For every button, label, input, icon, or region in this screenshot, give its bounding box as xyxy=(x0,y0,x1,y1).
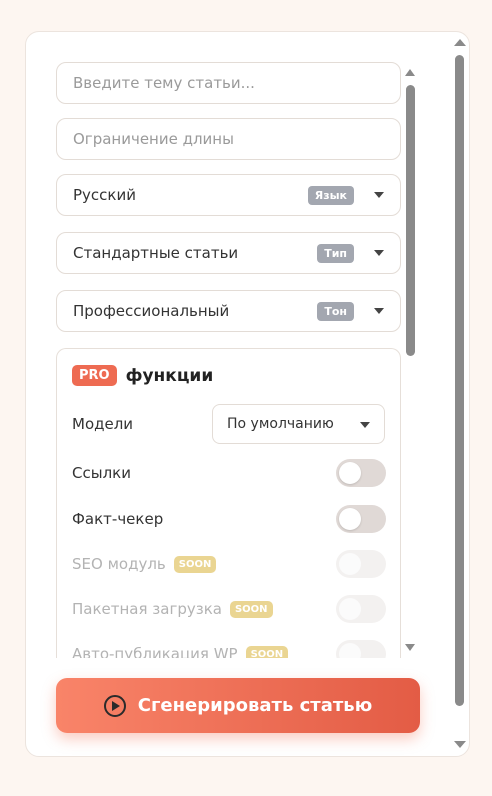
toggle-knob xyxy=(339,598,361,620)
language-select[interactable]: Русский Язык xyxy=(56,174,401,216)
chevron-down-icon xyxy=(374,308,384,314)
tone-value: Профессиональный xyxy=(73,302,230,320)
inner-scrollbar-thumb[interactable] xyxy=(406,85,415,356)
batch-toggle xyxy=(336,595,386,623)
outer-scrollbar-thumb[interactable] xyxy=(455,55,464,706)
toggle-knob xyxy=(339,508,361,530)
feature-row-autopublish: Авто-публикация WP SOON xyxy=(72,640,386,658)
generate-article-button[interactable]: Сгенерировать статью xyxy=(56,678,420,733)
factcheck-toggle[interactable] xyxy=(336,505,386,533)
models-value: По умолчанию xyxy=(227,416,334,432)
toggle-knob xyxy=(339,462,361,484)
language-badge: Язык xyxy=(307,185,354,205)
feature-label: Пакетная загрузка xyxy=(72,600,222,618)
type-badge: Тип xyxy=(317,243,354,263)
models-label: Модели xyxy=(72,415,134,433)
feature-row-factcheck: Факт-чекер xyxy=(72,505,386,533)
tone-select[interactable]: Профессиональный Тон xyxy=(56,290,401,332)
topic-input[interactable]: Введите тему статьи... xyxy=(56,62,401,104)
soon-badge: SOON xyxy=(245,645,289,658)
type-select[interactable]: Стандартные статьи Тип xyxy=(56,232,401,274)
pro-header: PRO функции xyxy=(72,365,213,386)
feature-label: Ссылки xyxy=(72,464,131,482)
chevron-down-icon xyxy=(374,192,384,198)
feature-label: Факт-чекер xyxy=(72,510,164,528)
feature-row-links: Ссылки xyxy=(72,459,386,487)
generate-label: Сгенерировать статью xyxy=(137,695,373,716)
pro-badge: PRO xyxy=(72,365,117,386)
topic-placeholder: Введите тему статьи... xyxy=(73,74,255,92)
feature-row-seo: SEO модуль SOON xyxy=(72,550,386,578)
outer-scroll-up-arrow[interactable] xyxy=(454,39,466,46)
type-value: Стандартные статьи xyxy=(73,244,239,262)
autopublish-toggle xyxy=(336,640,386,658)
inner-scroll-down-arrow[interactable] xyxy=(405,644,415,651)
soon-badge: SOON xyxy=(229,600,273,618)
tone-badge: Тон xyxy=(317,301,354,321)
language-value: Русский xyxy=(73,186,136,204)
feature-label: SEO модуль xyxy=(72,555,166,573)
chevron-down-icon xyxy=(360,422,370,428)
chevron-down-icon xyxy=(374,250,384,256)
length-input[interactable]: Ограничение длины xyxy=(56,118,401,160)
pro-features-panel: PRO функции Модели По умолчанию Ссылки Ф… xyxy=(56,348,401,658)
feature-label: Авто-публикация WP xyxy=(72,645,238,658)
toggle-knob xyxy=(339,553,361,575)
pro-title: функции xyxy=(125,365,214,386)
seo-toggle xyxy=(336,550,386,578)
models-select[interactable]: По умолчанию xyxy=(212,404,385,444)
links-toggle[interactable] xyxy=(336,459,386,487)
play-icon xyxy=(103,694,126,717)
feature-row-batch: Пакетная загрузка SOON xyxy=(72,595,386,623)
length-placeholder: Ограничение длины xyxy=(73,130,234,148)
outer-scroll-down-arrow[interactable] xyxy=(454,741,466,748)
soon-badge: SOON xyxy=(173,555,217,573)
inner-scroll-up-arrow[interactable] xyxy=(405,69,415,76)
toggle-knob xyxy=(339,643,361,658)
